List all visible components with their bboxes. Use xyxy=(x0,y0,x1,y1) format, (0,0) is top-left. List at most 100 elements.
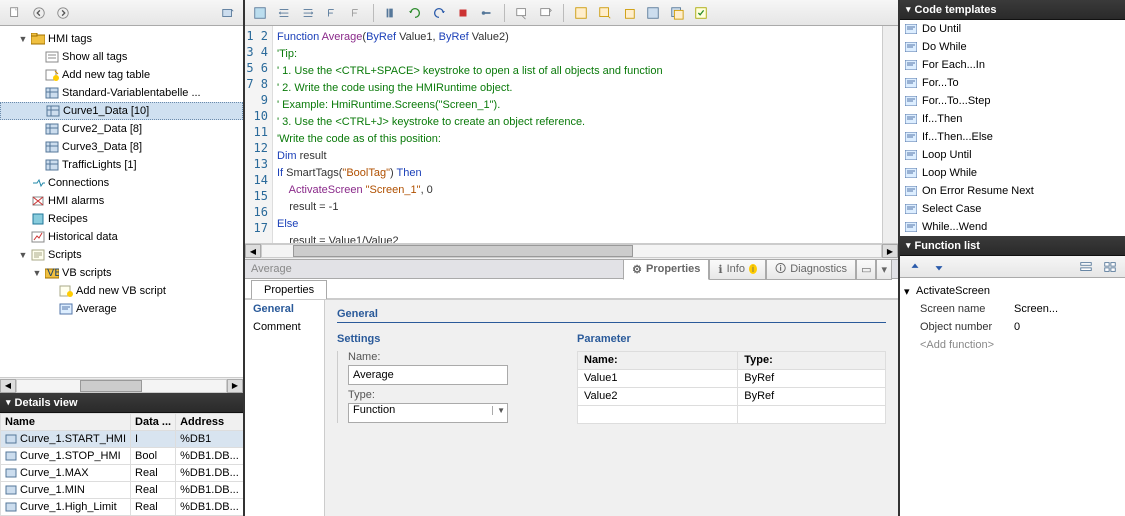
template-item[interactable]: For Each...In xyxy=(900,56,1125,74)
layout-icon[interactable]: ▭ xyxy=(856,259,876,280)
tree-item[interactable]: Curve1_Data [10] xyxy=(0,102,243,120)
funclist-header[interactable]: ▾Function list xyxy=(900,236,1125,256)
collapse-icon[interactable]: ▾ xyxy=(876,259,892,280)
param-col[interactable]: Type: xyxy=(738,351,886,369)
bookmark-prev-icon[interactable] xyxy=(618,3,640,23)
save-icon[interactable] xyxy=(249,3,271,23)
table-row[interactable]: Curve_1.MAXReal%DB1.DB... xyxy=(1,465,244,482)
func-prop-row[interactable]: Object number0 xyxy=(904,318,1121,336)
tree-item[interactable]: Historical data xyxy=(0,228,243,246)
parameter-table[interactable]: Name:Type:Value1ByRefValue2ByRef xyxy=(577,351,886,424)
bookmark-icon[interactable] xyxy=(570,3,592,23)
redo-icon[interactable] xyxy=(428,3,450,23)
table-row[interactable]: Curve_1.STOP_HMIBool%DB1.DB... xyxy=(1,448,244,465)
back-icon[interactable] xyxy=(28,3,50,23)
templates-header[interactable]: ▾Code templates xyxy=(900,0,1125,20)
list-icon[interactable] xyxy=(1075,257,1097,277)
param-row[interactable]: Value1ByRef xyxy=(578,369,886,387)
find-icon[interactable] xyxy=(511,3,533,23)
template-item[interactable]: While...Wend xyxy=(900,218,1125,236)
tree-item[interactable]: ▼HMI tags xyxy=(0,30,243,48)
bookmark-next-icon[interactable] xyxy=(594,3,616,23)
nav-comment[interactable]: Comment xyxy=(245,318,324,336)
bookmark-clear-icon[interactable] xyxy=(642,3,664,23)
step-icon[interactable] xyxy=(404,3,426,23)
funclist-body[interactable]: ▾ActivateScreen Screen nameScreen...Obje… xyxy=(900,278,1125,516)
template-item[interactable]: Loop Until xyxy=(900,146,1125,164)
tree-item[interactable]: Show all tags xyxy=(0,48,243,66)
table-row[interactable]: Curve_1.High_LimitReal%DB1.DB... xyxy=(1,499,244,516)
tree-item[interactable]: Standard-Variablentabelle ... xyxy=(0,84,243,102)
uncomment-icon[interactable] xyxy=(345,3,367,23)
template-item[interactable]: For...To...Step xyxy=(900,92,1125,110)
details-header: ▾Details view xyxy=(0,393,243,413)
scroll-right-icon[interactable]: ▶ xyxy=(882,244,898,258)
scroll-left-icon[interactable]: ◀ xyxy=(0,379,16,393)
tree-item[interactable]: HMI alarms xyxy=(0,192,243,210)
code-hscroll[interactable]: ◀ ▶ xyxy=(245,243,898,259)
code-editor[interactable]: 1 2 3 4 5 6 7 8 9 10 11 12 13 14 15 16 1… xyxy=(245,26,898,243)
details-table[interactable]: NameData ...Address Curve_1.START_HMII%D… xyxy=(0,413,243,516)
table-row[interactable]: Curve_1.START_HMII%DB1 xyxy=(1,431,244,448)
scroll-left-icon[interactable]: ◀ xyxy=(245,244,261,258)
check-icon[interactable] xyxy=(690,3,712,23)
refresh-icon[interactable] xyxy=(217,3,239,23)
properties-nav[interactable]: General Comment xyxy=(245,300,325,516)
tab-diagnostics[interactable]: 🛈Diagnostics xyxy=(766,259,856,280)
template-item[interactable]: If...Then xyxy=(900,110,1125,128)
down-icon[interactable] xyxy=(928,257,950,277)
col-header[interactable]: Address xyxy=(176,414,243,431)
name-input[interactable] xyxy=(348,365,508,385)
tab-info[interactable]: ℹInfoi xyxy=(709,259,766,280)
breakpoint-icon[interactable] xyxy=(380,3,402,23)
template-item[interactable]: Loop While xyxy=(900,164,1125,182)
nav-general[interactable]: General xyxy=(245,300,324,318)
tree-item[interactable]: Average xyxy=(0,300,243,318)
new-icon[interactable] xyxy=(4,3,26,23)
tree-item[interactable]: ▼Scripts xyxy=(0,246,243,264)
param-row[interactable]: Value2ByRef xyxy=(578,387,886,405)
func-name-row[interactable]: ▾ActivateScreen xyxy=(904,282,1121,300)
col-header[interactable]: Name xyxy=(1,414,131,431)
forward-icon[interactable] xyxy=(52,3,74,23)
stop-icon[interactable] xyxy=(452,3,474,23)
replace-icon[interactable] xyxy=(535,3,557,23)
template-item[interactable]: Select Case xyxy=(900,200,1125,218)
outdent-icon[interactable] xyxy=(297,3,319,23)
template-item[interactable]: For...To xyxy=(900,74,1125,92)
tree-item[interactable]: Curve2_Data [8] xyxy=(0,120,243,138)
tree-hscroll[interactable]: ◀ ▶ xyxy=(0,377,243,393)
table-row[interactable]: Curve_1.MINReal%DB1.DB... xyxy=(1,482,244,499)
type-select[interactable]: Function xyxy=(348,403,508,423)
col-header[interactable]: Data ... xyxy=(131,414,176,431)
param-row[interactable] xyxy=(578,405,886,423)
template-item[interactable]: On Error Resume Next xyxy=(900,182,1125,200)
template-item[interactable]: Do Until xyxy=(900,20,1125,38)
tree-item[interactable]: TrafficLights [1] xyxy=(0,156,243,174)
tree-item[interactable]: Curve3_Data [8] xyxy=(0,138,243,156)
template-item[interactable]: If...Then...Else xyxy=(900,128,1125,146)
template-item[interactable]: Do While xyxy=(900,38,1125,56)
project-tree-panel: ▼HMI tagsShow all tagsAdd new tag tableS… xyxy=(0,0,245,516)
add-function-row[interactable]: <Add function> xyxy=(904,336,1121,354)
tree-item[interactable]: Recipes xyxy=(0,210,243,228)
param-col[interactable]: Name: xyxy=(578,351,738,369)
project-tree[interactable]: ▼HMI tagsShow all tagsAdd new tag tableS… xyxy=(0,26,243,377)
tab-properties[interactable]: ⚙Properties xyxy=(623,259,709,280)
code-vscroll[interactable] xyxy=(882,26,898,243)
code-text[interactable]: Function Average(ByRef Value1, ByRef Val… xyxy=(273,26,882,243)
tree-item[interactable]: ▼VBVB scripts xyxy=(0,264,243,282)
continue-icon[interactable] xyxy=(476,3,498,23)
up-icon[interactable] xyxy=(904,257,926,277)
templates-list[interactable]: Do UntilDo WhileFor Each...InFor...ToFor… xyxy=(900,20,1125,236)
comment-icon[interactable] xyxy=(321,3,343,23)
scroll-right-icon[interactable]: ▶ xyxy=(227,379,243,393)
indent-icon[interactable] xyxy=(273,3,295,23)
grid-icon[interactable] xyxy=(1099,257,1121,277)
main-tab-properties[interactable]: Properties xyxy=(251,280,327,299)
tree-item[interactable]: Add new tag table xyxy=(0,66,243,84)
bookmark-all-icon[interactable] xyxy=(666,3,688,23)
tree-item[interactable]: Add new VB script xyxy=(0,282,243,300)
tree-item[interactable]: Connections xyxy=(0,174,243,192)
func-prop-row[interactable]: Screen nameScreen... xyxy=(904,300,1121,318)
